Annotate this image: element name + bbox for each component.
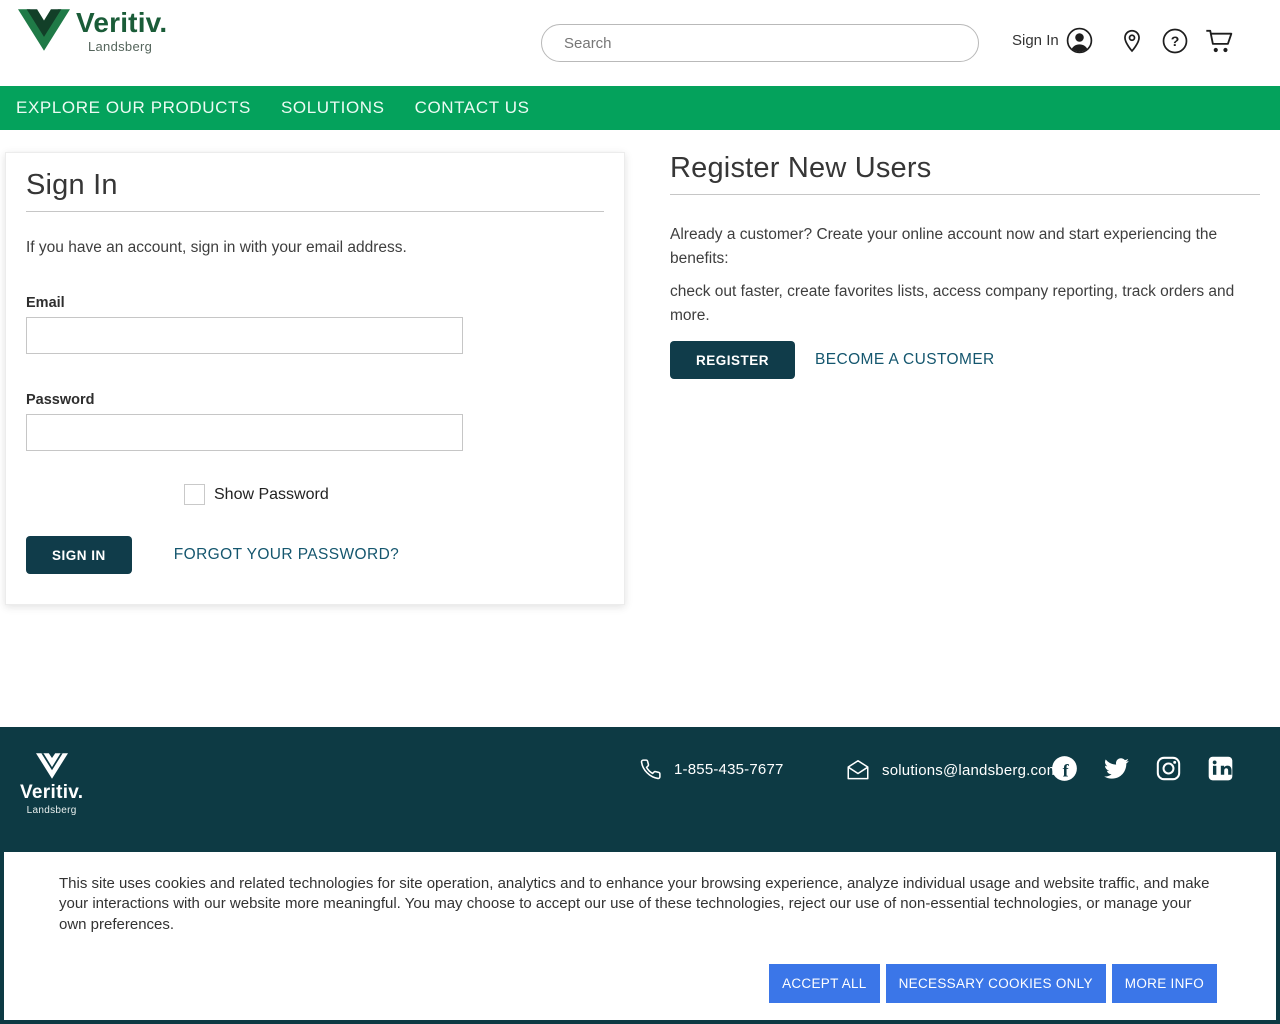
register-intro: Already a customer? Create your online a…	[670, 223, 1260, 270]
footer-brand-name: Veritiv.	[20, 782, 83, 804]
password-label: Password	[26, 392, 604, 408]
footer-brand-subname: Landsberg	[27, 805, 77, 816]
footer-phone-number: 1-855-435-7677	[674, 761, 784, 778]
instagram-icon[interactable]	[1155, 755, 1182, 782]
linkedin-icon[interactable]	[1207, 755, 1234, 782]
email-label: Email	[26, 295, 604, 311]
register-benefits: check out faster, create favorites lists…	[670, 280, 1260, 327]
email-field[interactable]	[26, 317, 463, 354]
necessary-cookies-only-button[interactable]: NECESSARY COOKIES ONLY	[886, 964, 1106, 1003]
facebook-icon[interactable]: f	[1051, 755, 1078, 782]
social-links: f	[1051, 755, 1234, 782]
become-a-customer-link[interactable]: BECOME A CUSTOMER	[815, 351, 995, 369]
main-content: Sign In If you have an account, sign in …	[0, 130, 1280, 727]
cookie-message: This site uses cookies and related techn…	[59, 874, 1219, 935]
footer-email-address: solutions@landsberg.com	[882, 762, 1059, 779]
footer: Veritiv. Landsberg 1-855-435-7677 soluti…	[0, 727, 1280, 1024]
footer-phone[interactable]: 1-855-435-7677	[638, 757, 784, 782]
register-divider	[670, 194, 1260, 195]
sign-in-divider	[26, 211, 604, 212]
brand-subname: Landsberg	[88, 39, 167, 54]
header-sign-in-label: Sign In	[1012, 32, 1059, 49]
accept-all-button[interactable]: ACCEPT ALL	[769, 964, 880, 1003]
phone-icon	[638, 757, 663, 782]
svg-text:?: ?	[1171, 33, 1180, 49]
sign-in-button[interactable]: SIGN IN	[26, 536, 132, 574]
nav-item-explore-our-products[interactable]: EXPLORE OUR PRODUCTS	[16, 98, 251, 118]
envelope-icon	[845, 757, 871, 783]
more-info-button[interactable]: MORE INFO	[1112, 964, 1217, 1003]
password-field[interactable]	[26, 414, 463, 451]
header-sign-in-link[interactable]: Sign In	[1012, 27, 1093, 54]
brand-name: Veritiv.	[76, 8, 167, 38]
sign-in-intro: If you have an account, sign in with you…	[26, 239, 604, 257]
twitter-icon[interactable]	[1103, 755, 1130, 782]
register-section: Register New Users Already a customer? C…	[670, 152, 1260, 379]
account-icon	[1066, 27, 1093, 54]
location-pin-icon[interactable]	[1119, 28, 1145, 54]
cart-icon[interactable]	[1204, 27, 1234, 55]
register-button[interactable]: REGISTER	[670, 341, 795, 379]
forgot-password-link[interactable]: FORGOT YOUR PASSWORD?	[174, 546, 399, 564]
veritiv-logo-icon	[18, 8, 70, 52]
header: Veritiv. Landsberg Sign In ?	[0, 0, 1280, 86]
show-password-checkbox[interactable]	[184, 484, 205, 505]
footer-email[interactable]: solutions@landsberg.com	[845, 757, 1059, 783]
cookie-banner: This site uses cookies and related techn…	[4, 852, 1276, 1020]
svg-text:f: f	[1063, 760, 1070, 780]
register-title: Register New Users	[670, 152, 1260, 185]
show-password-label: Show Password	[214, 486, 329, 504]
help-icon[interactable]: ?	[1162, 28, 1188, 54]
nav-item-contact-us[interactable]: CONTACT US	[415, 98, 530, 118]
footer-veritiv-logo-icon	[36, 753, 68, 779]
nav-item-solutions[interactable]: SOLUTIONS	[281, 98, 385, 118]
veritiv-logo[interactable]: Veritiv. Landsberg	[18, 8, 167, 54]
footer-veritiv-logo[interactable]: Veritiv. Landsberg	[20, 753, 83, 816]
sign-in-card: Sign In If you have an account, sign in …	[5, 152, 625, 605]
sign-in-title: Sign In	[26, 169, 604, 202]
main-nav: EXPLORE OUR PRODUCTS SOLUTIONS CONTACT U…	[0, 86, 1280, 130]
search-input[interactable]	[541, 24, 979, 62]
